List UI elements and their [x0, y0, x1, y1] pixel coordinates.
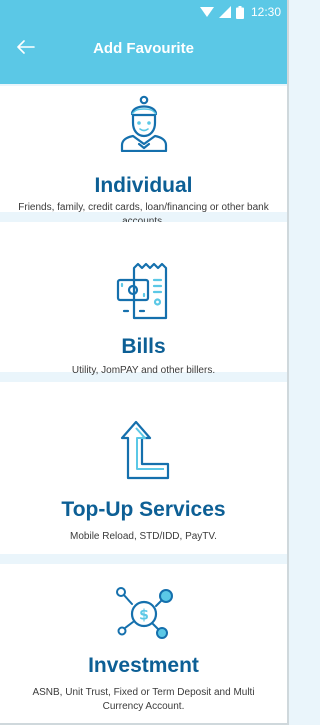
page-title: Add Favourite [93, 40, 194, 57]
option-individual[interactable]: Individual Friends, family, credit cards… [0, 86, 287, 227]
signal-icon [218, 6, 231, 18]
battery-icon [235, 5, 244, 19]
status-icons: 12:30 [199, 5, 281, 19]
bill-icon [0, 262, 287, 320]
option-description: ASNB, Unit Trust, Fixed or Term Deposit … [32, 687, 255, 712]
screen: 12:30 Add Favourite Individual Friends, … [0, 0, 289, 725]
option-title: Bills [121, 335, 166, 358]
option-top-up-services[interactable]: Top-Up Services Mobile Reload, STD/IDD, … [0, 382, 287, 554]
person-icon [0, 94, 287, 152]
option-title: Investment [88, 654, 199, 677]
option-description: Mobile Reload, STD/IDD, PayTV. [70, 531, 217, 542]
app-bar: 12:30 Add Favourite [0, 0, 287, 84]
option-investment[interactable]: $ Investment ASNB, Unit Trust, Fixed or … [0, 564, 287, 723]
option-title: Individual [94, 174, 193, 197]
svg-text:$: $ [139, 608, 149, 624]
option-bills[interactable]: Bills Utility, JomPAY and other billers. [0, 222, 287, 376]
option-description: Utility, JomPAY and other billers. [71, 365, 216, 376]
wifi-icon [199, 6, 214, 18]
status-bar: 12:30 [0, 0, 287, 24]
arrow-up-icon [0, 420, 287, 480]
investment-icon: $ [0, 586, 287, 642]
option-title: Top-Up Services [61, 498, 226, 521]
status-time: 12:30 [250, 5, 281, 19]
